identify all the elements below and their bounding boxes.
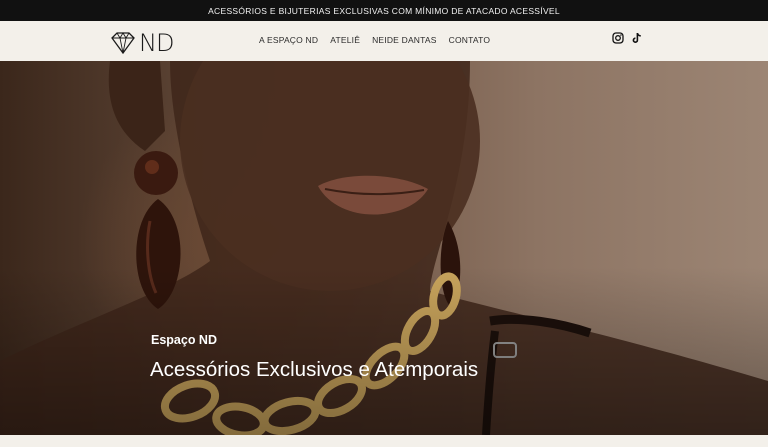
announcement-text: ACESSÓRIOS E BIJUTERIAS EXCLUSIVAS COM M… xyxy=(208,5,560,16)
logo-text: ND xyxy=(139,29,174,57)
hero-subtitle: Espaço ND xyxy=(151,333,217,347)
nav-item-contato[interactable]: CONTATO xyxy=(449,35,491,45)
main-nav: A ESPAÇO ND ATELIÊ NEIDE DANTAS CONTATO xyxy=(259,35,490,45)
announcement-bar: ACESSÓRIOS E BIJUTERIAS EXCLUSIVAS COM M… xyxy=(0,0,768,21)
hero-banner: Espaço ND Acessórios Exclusivos e Atempo… xyxy=(0,61,768,435)
instagram-icon[interactable] xyxy=(612,32,624,44)
page-bottom-strip xyxy=(0,435,768,447)
logo[interactable]: ND xyxy=(110,30,182,56)
social-links xyxy=(612,32,643,44)
nav-item-espaco-nd[interactable]: A ESPAÇO ND xyxy=(259,35,318,45)
diamond-icon xyxy=(111,32,135,55)
nav-item-neide-dantas[interactable]: NEIDE DANTAS xyxy=(372,35,437,45)
tiktok-icon[interactable] xyxy=(631,32,643,44)
nav-item-atelie[interactable]: ATELIÊ xyxy=(330,35,360,45)
site-header: ND A ESPAÇO ND ATELIÊ NEIDE DANTAS CONTA… xyxy=(0,21,768,61)
hero-title: Acessórios Exclusivos e Atemporais xyxy=(150,358,479,381)
